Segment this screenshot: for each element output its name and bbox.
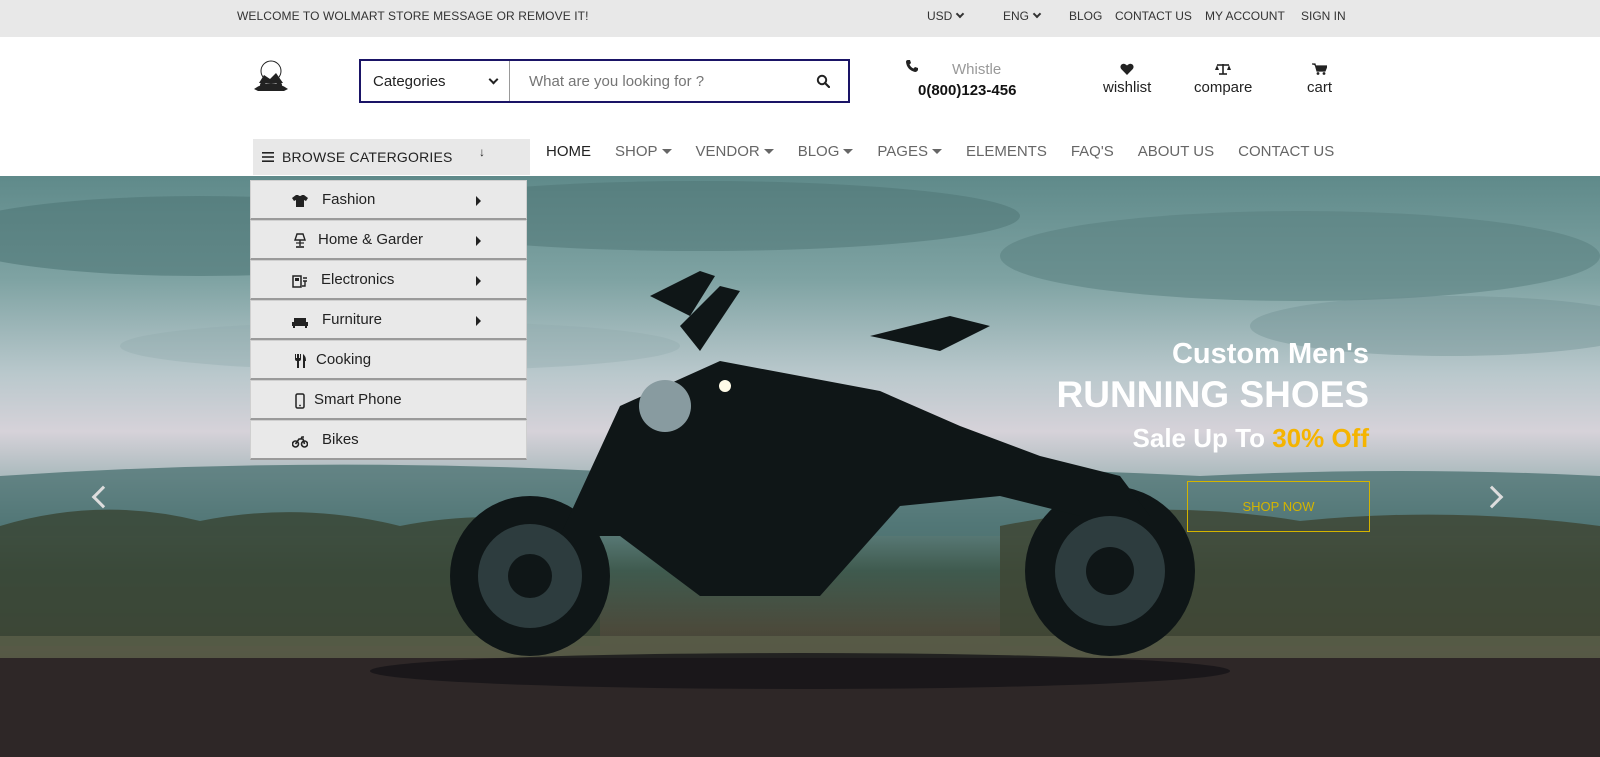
nav-item-label: HOME [546, 143, 591, 160]
category-item-home-garder[interactable]: Home & Garder [250, 220, 527, 260]
balance-scale-icon [1215, 64, 1232, 75]
category-label: Fashion [322, 191, 376, 208]
nav-item-label: ELEMENTS [965, 143, 1047, 160]
nav-item-shop[interactable]: SHOP [615, 143, 672, 160]
nav-item-label: PAGES [877, 143, 928, 160]
nav-item-label: ABOUT US [1137, 143, 1215, 160]
bars-icon [262, 152, 274, 162]
main-nav: HOME SHOP VENDOR BLOG PAGES ELEMENTS FAQ… [546, 143, 1358, 160]
search-button[interactable] [798, 61, 848, 101]
phone-icon [906, 60, 918, 72]
browse-categories-label: BROWSE CATERGORIES [282, 149, 453, 165]
category-label: Cooking [316, 351, 372, 368]
site-header: Categories Whistle 0(800)123-456 wishlis… [0, 37, 1600, 176]
category-item-bikes[interactable]: Bikes [250, 420, 527, 460]
caret-down-icon [843, 149, 854, 154]
topbar-link-signin[interactable]: SIGN IN [1301, 9, 1346, 23]
category-dropdown-menu: Fashion Home & Garder Electronics Furnit… [250, 180, 527, 460]
caret-right-icon [476, 276, 481, 286]
contact-label: Whistle [952, 61, 1002, 78]
nav-item-contact[interactable]: CONTACT US [1238, 143, 1334, 160]
hero-sale-highlight: 30% Off [1272, 423, 1369, 453]
category-select[interactable]: Categories [361, 61, 510, 101]
category-item-smart-phone[interactable]: Smart Phone [250, 380, 527, 420]
hero-title: RUNNING SHOES [1056, 374, 1369, 415]
cart-button[interactable]: cart [1307, 63, 1332, 96]
category-label: Electronics [321, 271, 395, 288]
category-item-electronics[interactable]: Electronics [250, 260, 527, 300]
hero-sale-text: Sale Up To 30% Off [1133, 423, 1369, 454]
tshirt-icon [292, 195, 308, 207]
browse-categories-button[interactable]: BROWSE CATERGORIES ↓ [253, 139, 530, 175]
nav-item-label: BLOG [797, 143, 840, 160]
category-item-furniture[interactable]: Furniture [250, 300, 527, 340]
couch-icon [292, 318, 308, 328]
currency-label: USD [927, 9, 953, 23]
category-label: Home & Garder [318, 231, 424, 248]
lamp-icon [294, 233, 306, 248]
caret-down-icon [661, 149, 672, 154]
nav-item-home[interactable]: HOME [546, 143, 591, 160]
mobile-phone-icon [295, 393, 305, 409]
nav-item-label: SHOP [615, 143, 658, 160]
hero-sale-prefix: Sale Up To [1132, 423, 1273, 453]
wishlist-button[interactable]: wishlist [1103, 63, 1151, 96]
category-select-label: Categories [373, 72, 446, 90]
phone-number[interactable]: 0(800)123-456 [918, 82, 1016, 99]
nav-item-elements[interactable]: ELEMENTS [966, 143, 1047, 160]
shop-now-button[interactable]: SHOP NOW [1187, 481, 1370, 532]
nav-item-vendor[interactable]: VENDOR [696, 143, 774, 160]
nav-item-label: FAQ'S [1070, 143, 1114, 160]
language-label: ENG [1003, 9, 1030, 23]
nav-item-pages[interactable]: PAGES [877, 143, 942, 160]
motorcycle-icon [292, 436, 308, 448]
topbar-link-account[interactable]: MY ACCOUNT [1205, 9, 1285, 23]
welcome-message: WELCOME TO WOLMART STORE MESSAGE OR REMO… [237, 9, 589, 23]
cart-label: cart [1307, 79, 1333, 96]
plug-icon [292, 275, 307, 288]
compare-button[interactable]: compare [1194, 63, 1252, 96]
nav-item-faqs[interactable]: FAQ'S [1071, 143, 1114, 160]
caret-right-icon [476, 236, 481, 246]
category-label: Smart Phone [314, 391, 402, 408]
chevron-down-icon [488, 74, 499, 84]
category-item-cooking[interactable]: Cooking [250, 340, 527, 380]
heart-icon [1120, 63, 1134, 75]
topbar-link-contact[interactable]: CONTACT US [1115, 9, 1192, 23]
search-input[interactable] [510, 61, 798, 101]
search-bar: Categories [359, 59, 850, 103]
caret-right-icon [476, 196, 481, 206]
compare-label: compare [1194, 79, 1253, 96]
currency-select[interactable]: USD [927, 9, 965, 23]
hero-subtitle: Custom Men's [1171, 338, 1369, 370]
topbar-link-blog[interactable]: BLOG [1069, 9, 1102, 23]
utensils-icon [295, 354, 306, 368]
chevron-down-icon [956, 9, 965, 19]
category-label: Bikes [322, 431, 359, 448]
top-bar: WELCOME TO WOLMART STORE MESSAGE OR REMO… [0, 0, 1600, 37]
logo[interactable] [250, 59, 292, 93]
caret-down-icon [931, 149, 942, 154]
nav-item-blog[interactable]: BLOG [798, 143, 854, 160]
cart-icon [1312, 63, 1327, 75]
caret-right-icon [476, 316, 481, 326]
nav-item-label: CONTACT US [1238, 143, 1335, 160]
hero-slider: Custom Men's RUNNING SHOES Sale Up To 30… [0, 176, 1600, 757]
chevron-down-icon [1032, 9, 1042, 19]
caret-down-icon [763, 149, 774, 154]
category-label: Furniture [322, 311, 383, 328]
language-select[interactable]: ENG [1003, 9, 1042, 23]
nav-item-about[interactable]: ABOUT US [1138, 143, 1214, 160]
arrow-down-icon: ↓ [479, 145, 486, 159]
wishlist-label: wishlist [1103, 79, 1152, 96]
search-icon [816, 74, 830, 88]
category-item-fashion[interactable]: Fashion [250, 180, 527, 220]
nav-item-label: VENDOR [695, 143, 760, 160]
hero-background-image [0, 181, 1600, 757]
